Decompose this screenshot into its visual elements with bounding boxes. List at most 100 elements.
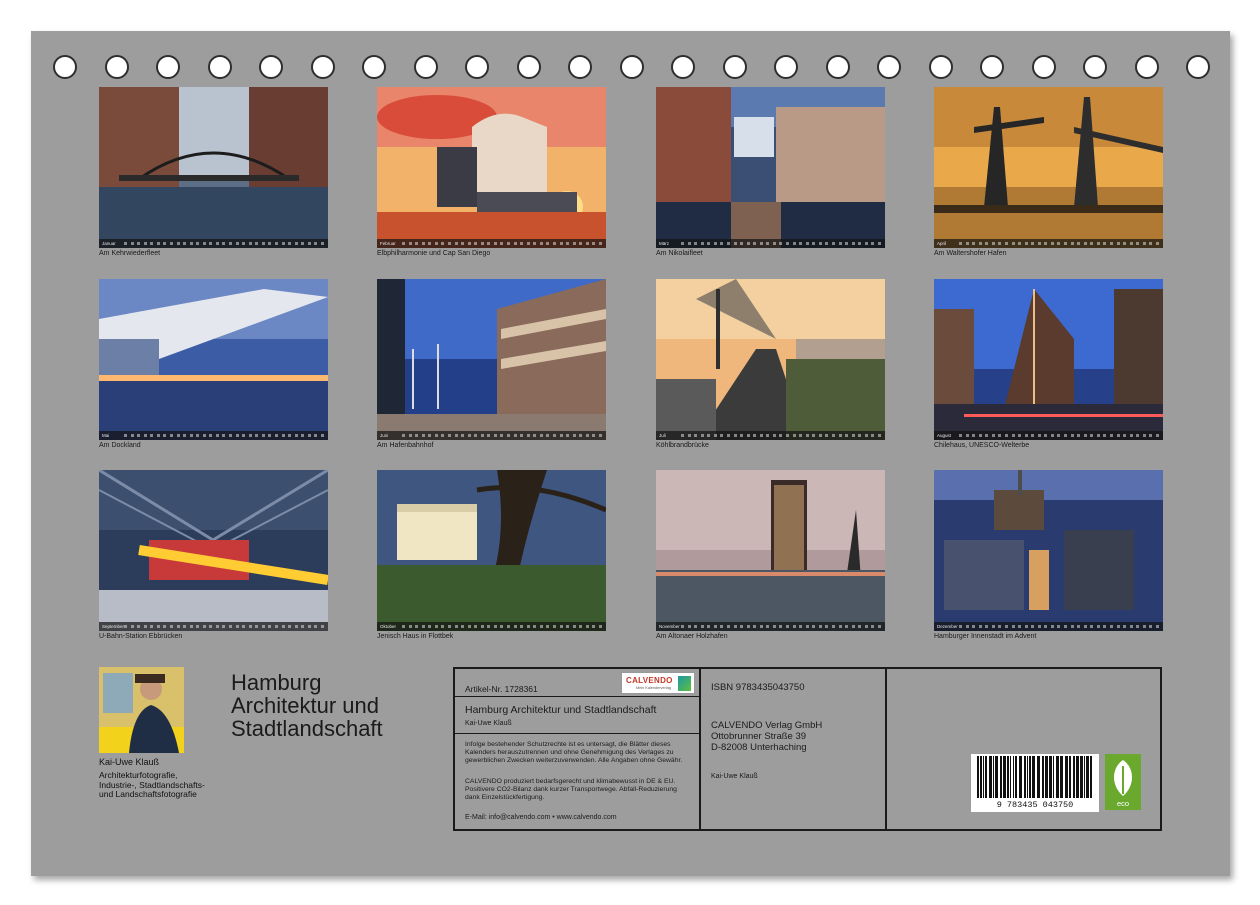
title-line: Architektur und xyxy=(231,693,379,718)
month-label: Mai xyxy=(102,433,110,438)
photo-caption: Am Kehrwiederfleet xyxy=(99,250,161,257)
calendar-title: Hamburg Architektur und Stadtlandschaft xyxy=(231,671,431,740)
binding-hole xyxy=(1186,55,1210,79)
binding-hole xyxy=(825,55,850,79)
info-author: Kai-Uwe Klauß xyxy=(465,720,512,727)
author-photo xyxy=(99,667,184,753)
binding-hole xyxy=(1134,55,1159,79)
month-label: April xyxy=(937,241,947,246)
calendar-month-tile: August Chilehaus, UNESCO-Welterbe xyxy=(934,279,1163,449)
month-photo: Januar xyxy=(99,87,328,248)
author-description: Architekturfotografie, Industrie-, Stadt… xyxy=(99,770,205,799)
calendar-month-tile: Juli Köhlbrandbrücke xyxy=(656,279,885,449)
info-title: Hamburg Architektur und Stadtlandschaft xyxy=(465,704,657,716)
binding-hole xyxy=(980,55,1004,79)
month-label: August xyxy=(937,433,952,438)
date-strip: März xyxy=(656,239,885,248)
date-strip: April xyxy=(934,239,1163,248)
binding-hole xyxy=(104,55,129,79)
binding-hole xyxy=(156,55,180,79)
calendar-month-tile: März Am Nikolaifleet xyxy=(656,87,885,257)
binding-hole xyxy=(671,55,695,79)
calendar-month-tile: Dezember Hamburger Innenstadt im Advent xyxy=(934,470,1163,640)
date-strip: November xyxy=(656,622,885,631)
month-photo: Mai xyxy=(99,279,328,440)
month-photo: Dezember xyxy=(934,470,1163,631)
date-strip: Februar xyxy=(377,239,606,248)
date-strip: Oktober xyxy=(377,622,606,631)
info-author-secondary: Kai-Uwe Klauß xyxy=(711,773,758,780)
month-label: Oktober xyxy=(380,624,397,629)
author-name: Kai-Uwe Klauß xyxy=(99,757,160,767)
binding-hole xyxy=(568,55,592,79)
photo-caption: Köhlbrandbrücke xyxy=(656,442,709,449)
month-label: Dezember xyxy=(937,624,958,629)
publisher-address: CALVENDO Verlag GmbH Ottobrunner Straße … xyxy=(711,720,823,753)
binding-hole xyxy=(516,55,541,79)
isbn: ISBN 9783435043750 xyxy=(711,682,805,693)
month-photo: Juni xyxy=(377,279,606,440)
month-photo: Oktober xyxy=(377,470,606,631)
month-photo: August xyxy=(934,279,1163,440)
month-photo: März xyxy=(656,87,885,248)
calendar-month-tile: November Am Altonaer Holzhafen xyxy=(656,470,885,640)
binding-hole xyxy=(413,55,438,79)
calendar-month-tile: Juni Am Hafenbahnhof xyxy=(377,279,606,449)
binding-hole xyxy=(1031,55,1056,79)
binding-hole xyxy=(53,55,77,79)
photo-caption: Elbphilharmonie und Cap San Diego xyxy=(377,250,491,257)
rights-notice: Infolge bestehender Schutzrechte ist es … xyxy=(465,741,683,764)
month-photo: April xyxy=(934,87,1163,248)
calendar-month-tile: Mai Am Dockland xyxy=(99,279,328,449)
binding-hole xyxy=(877,55,901,79)
title-line: Stadtlandschaft xyxy=(231,716,383,741)
photo-caption: Am Altonaer Holzhafen xyxy=(656,633,728,640)
contact-info: E-Mail: info@calvendo.com • www.calvendo… xyxy=(465,814,617,821)
calendar-month-tile: Februar Elbphilharmonie und Cap San Diego xyxy=(377,87,606,257)
date-strip: September xyxy=(99,622,328,631)
photo-caption: Jenisch Haus in Flottbek xyxy=(377,633,454,640)
month-label: Juli xyxy=(659,433,666,438)
binding-hole xyxy=(362,55,386,79)
photo-caption: Am Hafenbahnhof xyxy=(377,442,434,449)
date-strip: Januar xyxy=(99,239,328,248)
photo-caption: Chilehaus, UNESCO-Welterbe xyxy=(934,442,1030,449)
binding-hole xyxy=(619,55,644,79)
photo-caption: U-Bahn-Station Ebbrücken xyxy=(99,633,183,640)
month-label: Juni xyxy=(380,433,389,438)
month-label: Januar xyxy=(102,241,116,246)
date-strip: Mai xyxy=(99,431,328,440)
production-notice: CALVENDO produziert bedarfsgerecht und k… xyxy=(465,778,677,801)
title-line: Hamburg xyxy=(231,670,322,695)
binding-hole xyxy=(207,55,232,79)
binding-hole xyxy=(774,55,798,79)
info-box: Artikel-Nr. 1728361 CALVENDO Mein Kalend… xyxy=(453,667,1162,831)
calendar-month-tile: April Am Waltershofer Hafen xyxy=(934,87,1163,257)
month-photo: November xyxy=(656,470,885,631)
month-label: September xyxy=(102,624,124,629)
month-label: März xyxy=(659,241,669,246)
binding-hole xyxy=(928,55,953,79)
calendar-month-tile: September U-Bahn-Station Ebbrücken xyxy=(99,470,328,640)
date-strip: August xyxy=(934,431,1163,440)
calvendo-logo: CALVENDO Mein Kalenderverlag xyxy=(621,672,695,694)
photo-caption: Am Nikolaifleet xyxy=(656,250,703,257)
month-label: November xyxy=(659,624,680,629)
month-photo: Februar xyxy=(377,87,606,248)
month-label: Februar xyxy=(380,241,396,246)
photo-caption: Am Dockland xyxy=(99,442,141,449)
eco-badge: eco xyxy=(1105,754,1141,810)
date-strip: Dezember xyxy=(934,622,1163,631)
date-strip: Juli xyxy=(656,431,885,440)
calendar-month-tile: Oktober Jenisch Haus in Flottbek xyxy=(377,470,606,640)
month-photo: September xyxy=(99,470,328,631)
binding-hole xyxy=(465,55,489,79)
date-strip: Juni xyxy=(377,431,606,440)
calendar-month-tile: Januar Am Kehrwiederfleet xyxy=(99,87,328,257)
binding-hole xyxy=(259,55,283,79)
barcode: 9 783435 043750 xyxy=(971,754,1099,812)
month-photo: Juli xyxy=(656,279,885,440)
photo-caption: Am Waltershofer Hafen xyxy=(934,250,1007,257)
article-number: Artikel-Nr. 1728361 xyxy=(465,684,538,694)
binding-hole xyxy=(722,55,747,79)
